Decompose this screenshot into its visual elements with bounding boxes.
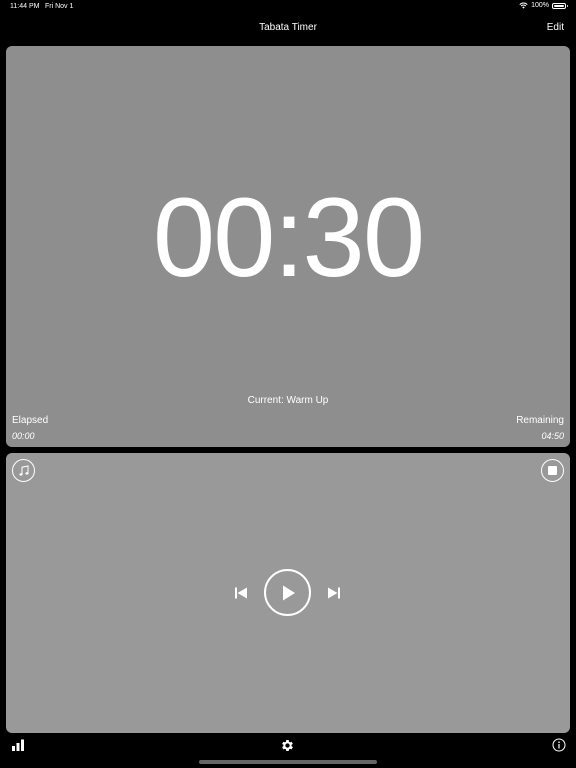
skip-previous-icon	[235, 587, 247, 599]
elapsed-value: 00:00	[12, 431, 35, 441]
current-phase-label: Current: Warm Up	[247, 395, 329, 406]
battery-percent: 100%	[531, 2, 549, 9]
stop-icon	[548, 466, 557, 475]
play-button[interactable]	[264, 569, 311, 616]
battery-icon	[552, 2, 568, 9]
stats-button[interactable]	[11, 738, 25, 752]
music-button[interactable]	[12, 459, 35, 482]
navigation-bar: Tabata Timer Edit	[0, 14, 576, 44]
elapsed-label: Elapsed	[12, 415, 49, 426]
page-title: Tabata Timer	[259, 22, 317, 33]
status-indicators: 100%	[519, 2, 568, 9]
wifi-icon	[519, 2, 528, 9]
info-button[interactable]	[552, 738, 566, 752]
play-icon	[282, 585, 295, 600]
timer-display: 00:30	[152, 175, 425, 300]
edit-button[interactable]: Edit	[547, 22, 564, 33]
stop-button[interactable]	[541, 459, 564, 482]
music-note-icon	[18, 464, 29, 476]
skip-next-icon	[328, 587, 340, 599]
status-time: 11:44 PM	[10, 3, 40, 10]
status-bar: 11:44 PM Fri Nov 1 100%	[0, 0, 576, 14]
bar-chart-icon	[12, 739, 24, 751]
home-indicator[interactable]	[199, 760, 377, 764]
remaining-label: Remaining	[516, 415, 564, 426]
next-button[interactable]	[326, 585, 342, 601]
battery-level	[554, 4, 564, 7]
previous-button[interactable]	[233, 585, 249, 601]
remaining-value: 04:50	[541, 431, 564, 441]
gear-icon	[282, 740, 293, 751]
info-icon	[552, 738, 566, 752]
settings-button[interactable]	[280, 738, 295, 753]
status-date: Fri Nov 1	[45, 3, 74, 10]
